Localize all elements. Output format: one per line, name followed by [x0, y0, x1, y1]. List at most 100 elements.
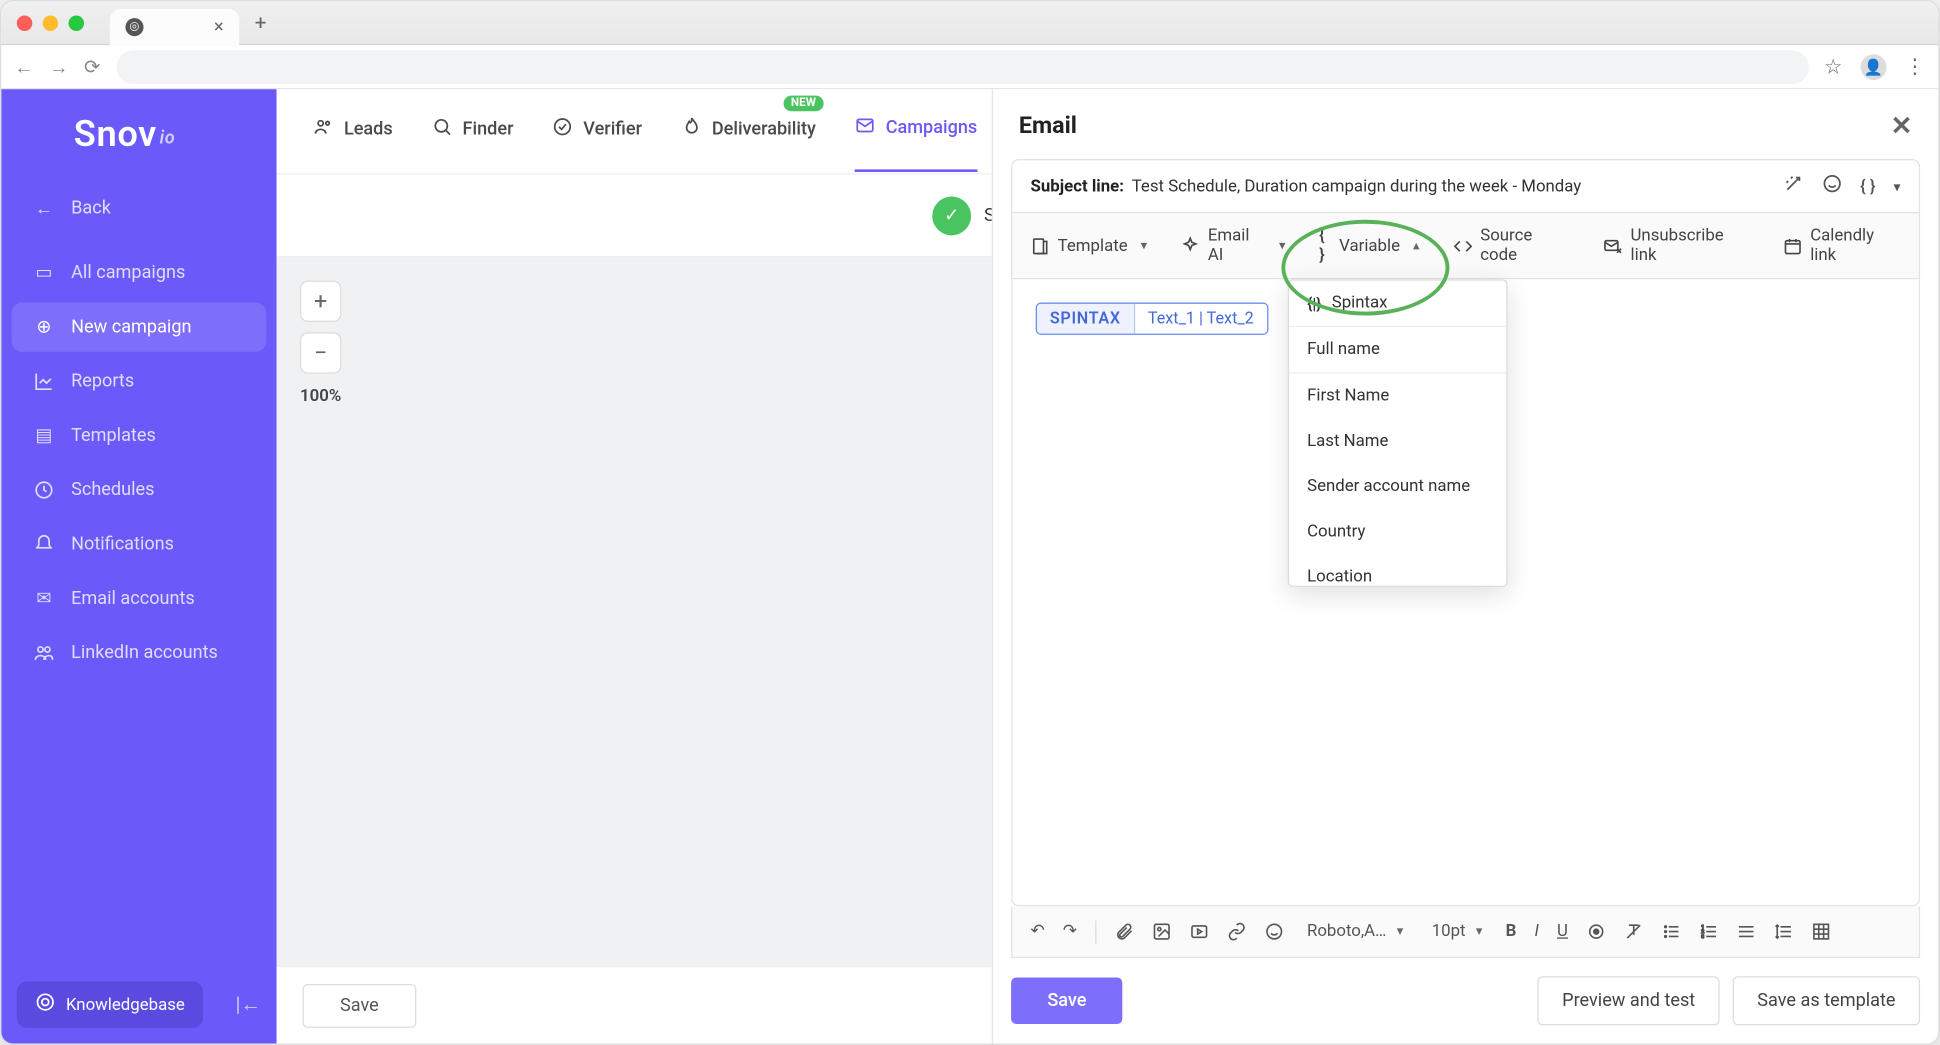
variable-item-label: Full name [1307, 340, 1380, 359]
numbered-list-icon[interactable]: 123 [1699, 922, 1718, 941]
variable-last-name[interactable]: Last Name [1289, 419, 1506, 464]
spintax-chip-label: SPINTAX [1037, 304, 1135, 334]
variable-location[interactable]: Location [1289, 555, 1506, 586]
bell-icon [32, 533, 55, 556]
reload-icon[interactable]: ⟳ [84, 55, 100, 78]
tab-label: Verifier [583, 118, 642, 139]
zoom-in-button[interactable]: + [300, 281, 341, 322]
italic-icon[interactable]: I [1534, 922, 1538, 941]
toolbar-email-ai[interactable]: Email AI ▾ [1181, 226, 1286, 265]
badge-new: NEW [783, 95, 823, 111]
tab-label: Campaigns [886, 117, 978, 138]
image-icon[interactable] [1152, 922, 1171, 941]
url-field[interactable] [116, 50, 1809, 84]
close-panel-icon[interactable]: ✕ [1891, 110, 1913, 141]
spintax-chip[interactable]: SPINTAX Text_1 | Text_2 [1036, 303, 1268, 335]
email-body-editor[interactable]: SPINTAX Text_1 | Text_2 {|} Spintax Full… [1011, 279, 1920, 906]
bullet-list-icon[interactable] [1661, 922, 1680, 941]
new-tab-button[interactable]: + [255, 10, 267, 35]
search-icon [431, 116, 452, 142]
bold-icon[interactable]: B [1506, 922, 1517, 941]
attachment-icon[interactable] [1114, 922, 1133, 941]
tab-leads[interactable]: Leads [313, 116, 393, 170]
line-height-icon[interactable] [1774, 922, 1793, 941]
emoji-icon[interactable] [1264, 922, 1283, 941]
collapse-sidebar-icon[interactable]: |← [235, 992, 261, 1018]
toolbar-unsubscribe[interactable]: Unsubscribe link [1603, 226, 1749, 265]
sidebar-label: New campaign [71, 317, 191, 338]
emoji-icon[interactable] [1821, 173, 1842, 199]
link-icon[interactable] [1227, 922, 1246, 941]
bookmark-star-icon[interactable]: ☆ [1824, 54, 1843, 79]
sidebar-item-notifications[interactable]: Notifications [1, 517, 276, 571]
browser-tab[interactable]: ◎ × [110, 8, 239, 44]
flame-icon [681, 116, 702, 142]
clear-format-icon[interactable] [1624, 922, 1643, 941]
variable-spintax[interactable]: {|} Spintax [1289, 281, 1506, 328]
font-family-select[interactable]: Roboto,A… ▾ [1302, 919, 1409, 944]
toolbar-source-code[interactable]: Source code [1453, 226, 1570, 265]
variable-item-label: Sender account name [1307, 477, 1470, 496]
menu-dots-icon[interactable]: ⋮ [1905, 54, 1926, 79]
sidebar-item-all-campaigns[interactable]: ▭ All campaigns [1, 246, 276, 300]
window-minimize[interactable] [43, 15, 59, 31]
sidebar-item-linkedin-accounts[interactable]: LinkedIn accounts [1, 626, 276, 680]
size-label: 10pt [1432, 922, 1466, 941]
tab-deliverability[interactable]: Deliverability NEW [681, 116, 816, 170]
save-email-button[interactable]: Save [1011, 978, 1123, 1025]
chevron-down-icon: ▾ [1476, 924, 1483, 938]
forward-nav-icon[interactable]: → [49, 55, 68, 78]
tab-finder[interactable]: Finder [431, 116, 513, 170]
sidebar-item-templates[interactable]: ▤ Templates [1, 409, 276, 463]
variable-item-label: First Name [1307, 387, 1389, 406]
profile-icon[interactable]: 👤 [1861, 54, 1887, 80]
align-icon[interactable] [1736, 922, 1755, 941]
knowledgebase-button[interactable]: Knowledgebase [17, 981, 203, 1028]
check-circle-icon [552, 116, 573, 142]
preview-test-button[interactable]: Preview and test [1538, 976, 1720, 1025]
calendar-icon [1783, 236, 1802, 255]
sidebar-item-reports[interactable]: Reports [1, 354, 276, 408]
font-size-select[interactable]: 10pt ▾ [1427, 919, 1488, 944]
sidebar-item-schedules[interactable]: Schedules [1, 463, 276, 517]
sidebar-back[interactable]: ← Back [1, 181, 276, 235]
variable-country[interactable]: Country [1289, 509, 1506, 554]
tab-close-icon[interactable]: × [214, 16, 224, 37]
window-maximize[interactable] [69, 15, 85, 31]
variable-first-name[interactable]: First Name [1289, 374, 1506, 419]
knowledgebase-label: Knowledgebase [66, 995, 185, 1014]
variable-item-label: Location [1307, 568, 1372, 586]
sidebar-item-new-campaign[interactable]: ⊕ New campaign [12, 303, 267, 352]
tab-verifier[interactable]: Verifier [552, 116, 642, 170]
sidebar-item-email-accounts[interactable]: ✉ Email accounts [1, 572, 276, 626]
tab-label: Leads [344, 118, 393, 139]
zoom-out-button[interactable]: − [300, 332, 341, 373]
tab-favicon-icon: ◎ [125, 17, 143, 35]
redo-icon[interactable]: ↷ [1063, 922, 1077, 941]
undo-icon[interactable]: ↶ [1031, 922, 1045, 941]
subject-row[interactable]: Subject line: Test Schedule, Duration ca… [1011, 159, 1920, 213]
chevron-down-icon: ▾ [1397, 924, 1404, 938]
back-nav-icon[interactable]: ← [14, 55, 33, 78]
chevron-down-icon[interactable]: ▾ [1894, 178, 1901, 195]
save-as-template-button[interactable]: Save as template [1733, 976, 1920, 1025]
magic-wand-icon[interactable] [1783, 173, 1804, 199]
table-icon[interactable] [1811, 922, 1830, 941]
toolbar-variable[interactable]: { } Variable ▴ [1319, 226, 1419, 265]
variable-sender-account[interactable]: Sender account name [1289, 464, 1506, 509]
lifebuoy-icon [35, 992, 56, 1018]
braces-icon[interactable]: { } [1860, 176, 1875, 195]
underline-icon[interactable]: U [1557, 922, 1568, 941]
video-icon[interactable] [1189, 922, 1208, 941]
users-icon [32, 641, 55, 664]
zoom-percentage: 100% [300, 387, 341, 406]
variable-full-name[interactable]: Full name [1289, 327, 1506, 374]
text-color-icon[interactable] [1586, 922, 1605, 941]
window-close[interactable] [17, 15, 33, 31]
chart-icon [32, 370, 55, 393]
tab-campaigns[interactable]: Campaigns [855, 114, 978, 171]
canvas-save-button[interactable]: Save [303, 983, 417, 1027]
toolbar-calendly[interactable]: Calendly link [1783, 226, 1901, 265]
subject-text[interactable]: Test Schedule, Duration campaign during … [1132, 176, 1775, 195]
toolbar-template[interactable]: Template ▾ [1031, 236, 1148, 255]
